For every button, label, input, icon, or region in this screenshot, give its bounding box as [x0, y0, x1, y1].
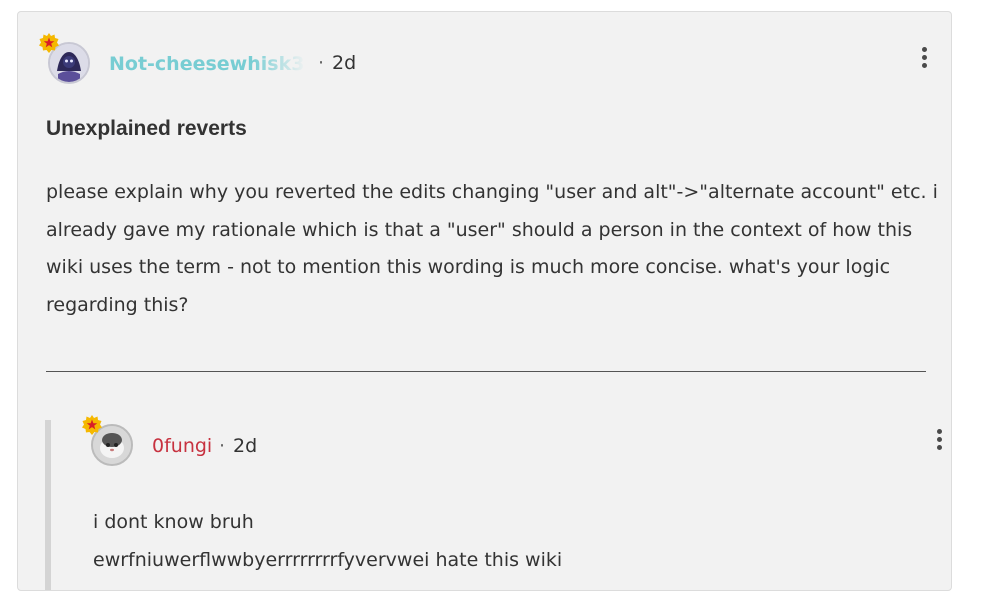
- post-divider: [46, 371, 926, 372]
- post-author-avatar[interactable]: [39, 33, 92, 86]
- post-body-line: wiki uses the term - not to mention this…: [46, 256, 891, 278]
- meta-separator: ·: [318, 52, 325, 74]
- reply-meta: · 2d: [219, 435, 257, 457]
- more-options-icon[interactable]: [912, 44, 936, 74]
- post-body-line: regarding this?: [46, 293, 189, 316]
- post-body-line: already gave my rationale which is that …: [46, 218, 913, 241]
- username-fade: [252, 50, 316, 78]
- more-options-icon[interactable]: [927, 426, 951, 456]
- post-body: please explain why you reverted the edit…: [46, 174, 938, 324]
- reply-author-name[interactable]: 0fungi: [152, 435, 212, 457]
- post-title: Unexplained reverts: [46, 117, 247, 140]
- star-badge-icon: [39, 33, 59, 53]
- reply-body: i dont know bruh ewrfniuwerflwwbyerrrrrr…: [93, 504, 562, 579]
- post-header: Not-cheesewhisk3rs · 2d: [39, 33, 927, 86]
- reply-age: 2d: [233, 435, 258, 457]
- reply-body-line: i dont know bruh: [93, 511, 254, 533]
- post-age: 2d: [332, 52, 357, 74]
- post-body-line: please explain why you reverted the edit…: [46, 181, 938, 203]
- reply-author-avatar[interactable]: [82, 415, 135, 468]
- star-badge-icon: [82, 415, 102, 435]
- post-meta: · 2d: [318, 52, 356, 74]
- discussion-card: Not-cheesewhisk3rs · 2d Unexplained rever…: [17, 11, 952, 591]
- meta-separator: ·: [219, 435, 226, 457]
- reply-body-line: ewrfniuwerflwwbyerrrrrrrrfyvervwei hate …: [93, 548, 563, 571]
- reply: 0fungi · 2d i dont know bruh ewrfniuwerfl…: [45, 415, 942, 590]
